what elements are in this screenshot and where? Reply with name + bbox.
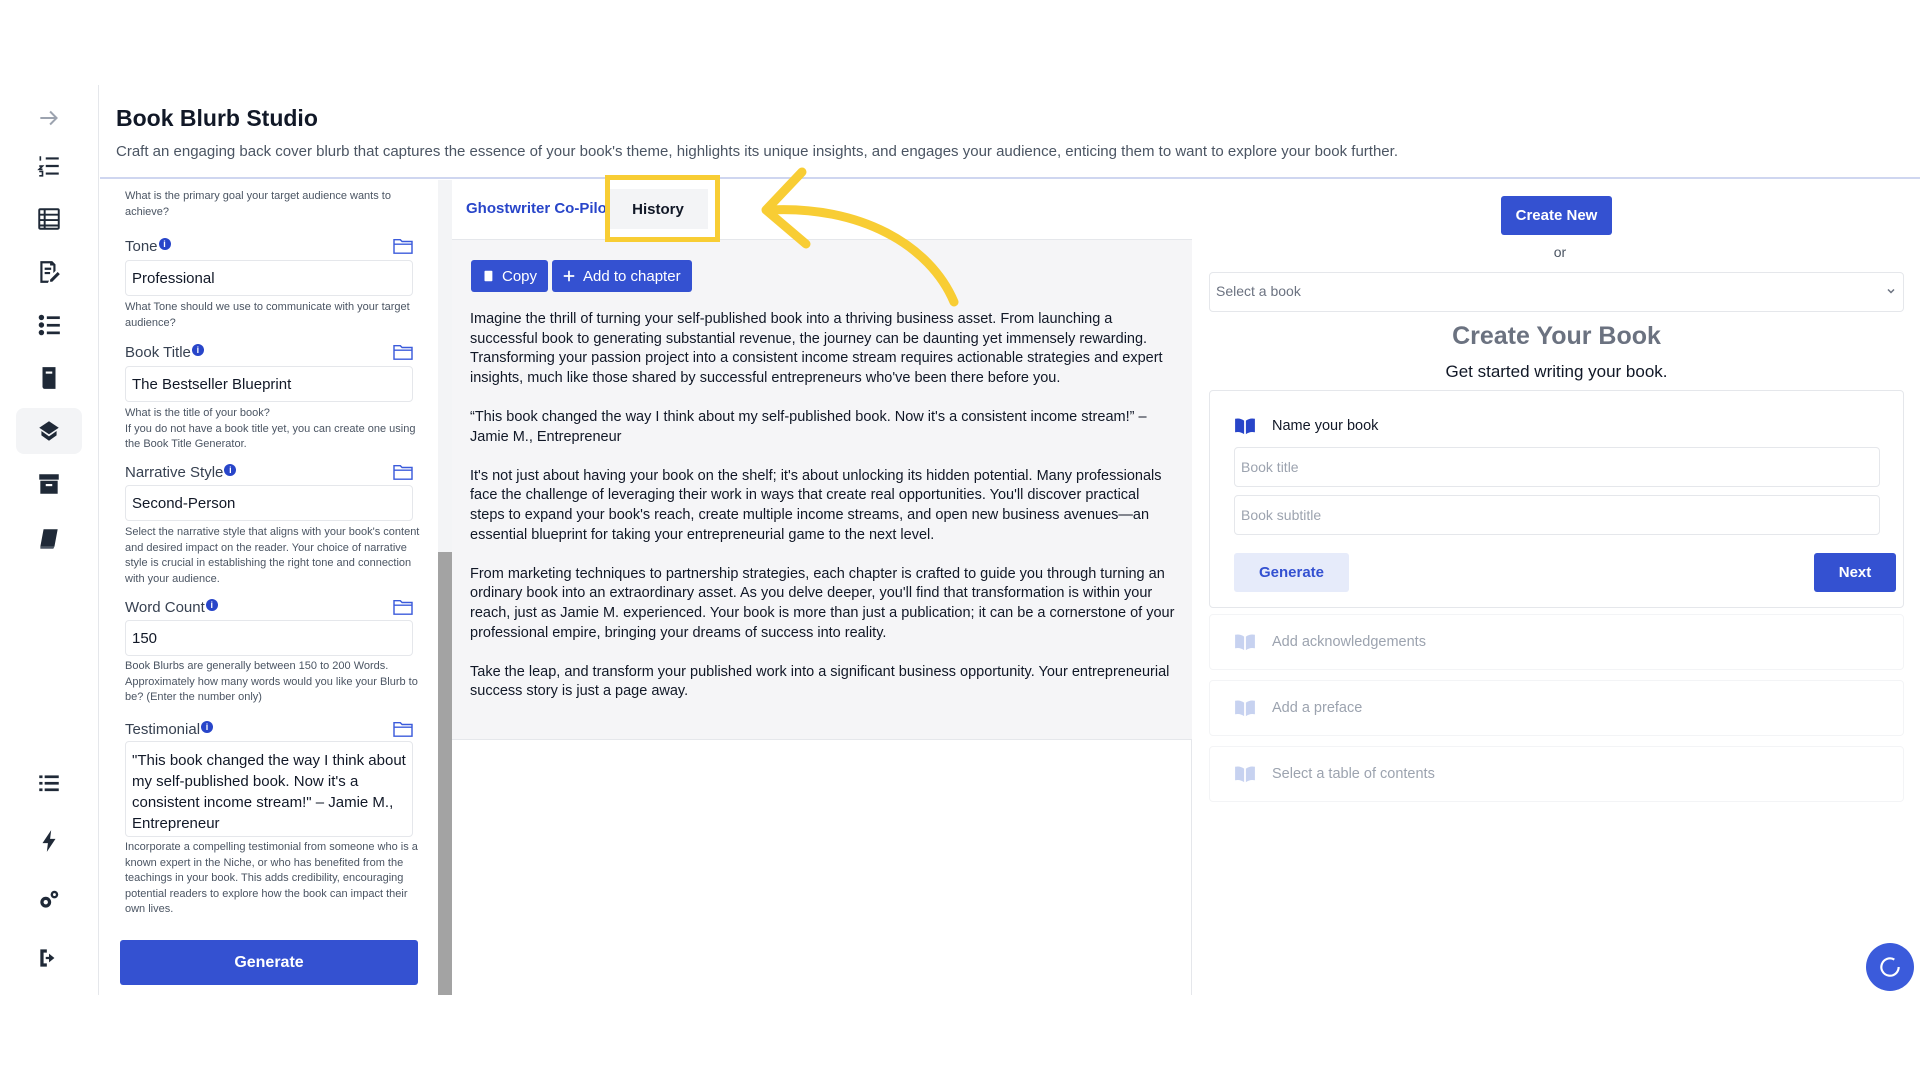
name-book-step-header: Name your book (1234, 417, 1378, 435)
create-book-title: Create Your Book (1452, 322, 1661, 350)
spinner-icon (1880, 957, 1900, 977)
book-open-icon (1235, 766, 1255, 783)
folder-icon[interactable] (392, 463, 414, 481)
book-open-icon (1235, 418, 1255, 435)
edit-document-icon[interactable] (16, 249, 82, 295)
info-icon[interactable]: i (201, 721, 214, 733)
copy-icon (484, 270, 493, 282)
create-new-button[interactable]: Create New (1501, 196, 1612, 235)
blurb-form: What is the primary goal your target aud… (100, 180, 438, 995)
narrative-style-help: Select the narrative style that aligns w… (125, 526, 420, 585)
tone-input[interactable]: Professional (125, 260, 413, 296)
bolt-icon[interactable] (16, 818, 82, 864)
book-title-field[interactable]: Book title (1234, 447, 1880, 487)
plus-icon (563, 270, 575, 282)
info-icon[interactable]: i (191, 344, 204, 356)
book-title-input[interactable]: The Bestseller Blueprint (125, 366, 413, 402)
gears-icon[interactable] (16, 877, 82, 923)
book-title-label: Book Title i (125, 344, 204, 361)
arrow-right-icon[interactable] (16, 95, 82, 141)
step-preface-label: Add a preface (1272, 700, 1363, 716)
create-book-subtitle: Get started writing your book. (1445, 362, 1668, 381)
info-icon[interactable]: i (205, 599, 218, 611)
book-tag-icon[interactable] (16, 408, 82, 454)
folder-icon[interactable] (392, 237, 414, 255)
select-book-value: Select a book (1216, 283, 1301, 299)
blurb-paragraph: Take the leap, and transform your publis… (470, 663, 1170, 700)
info-icon[interactable]: i (224, 464, 237, 476)
sidebar (0, 85, 99, 995)
word-count-label: Word Count i (125, 599, 218, 616)
header-divider (100, 177, 1920, 179)
generate-blurb-button[interactable]: Generate (120, 940, 418, 985)
narrative-style-label: Narrative Style i (125, 464, 237, 481)
copy-button[interactable]: Copy (471, 260, 549, 292)
select-book-dropdown[interactable]: Select a book (1209, 272, 1904, 312)
folder-icon[interactable] (392, 343, 414, 361)
book-subtitle-field[interactable]: Book subtitle (1234, 495, 1880, 535)
word-count-input[interactable]: 150 (125, 620, 413, 656)
info-icon[interactable]: i (158, 238, 171, 250)
word-count-help: Book Blurbs are generally between 150 to… (125, 660, 418, 703)
help-chat-button[interactable] (1866, 943, 1914, 991)
step-preface[interactable]: Add a preface (1209, 680, 1904, 736)
archive-icon[interactable] (16, 461, 82, 507)
folder-icon[interactable] (392, 598, 414, 616)
tone-help: What Tone should we use to communicate w… (125, 301, 410, 329)
step-acknowledgements-label: Add acknowledgements (1272, 634, 1426, 650)
app-window: Book Blurb Studio Craft an engaging back… (0, 0, 1920, 1080)
testimonial-textarea[interactable]: "This book changed the way I think about… (125, 741, 413, 837)
next-button[interactable]: Next (1814, 553, 1896, 592)
book-open-icon (1235, 700, 1255, 717)
testimonial-label: Testimonial i (125, 721, 214, 738)
blurb-text: Imagine the thrill of turning your self-… (470, 310, 1175, 721)
book-builder-panel: Create New or Select a book Create Your … (1193, 180, 1920, 995)
folder-icon[interactable] (392, 720, 414, 738)
add-to-chapter-button[interactable]: Add to chapter (552, 260, 692, 292)
form-scrollbar-thumb[interactable] (438, 552, 452, 995)
checklist-icon[interactable] (16, 302, 82, 348)
logout-icon[interactable] (16, 935, 82, 981)
step-table-of-contents-label: Select a table of contents (1272, 766, 1435, 782)
chevron-down-icon (1887, 288, 1895, 294)
testimonial-help: Incorporate a compelling testimonial fro… (125, 841, 418, 915)
book-open-icon (1235, 634, 1255, 651)
step-acknowledgements[interactable]: Add acknowledgements (1209, 614, 1904, 670)
book-icon[interactable] (16, 516, 82, 562)
name-book-step-label: Name your book (1272, 418, 1379, 434)
blurb-paragraph: Imagine the thrill of turning your self-… (470, 311, 1163, 386)
page-title: Book Blurb Studio (116, 105, 318, 131)
history-tab-highlight (605, 175, 720, 242)
blurb-paragraph: It's not just about having your book on … (470, 467, 1162, 543)
name-book-step: Name your book Book title Book subtitle … (1209, 390, 1904, 608)
copy-label: Copy (502, 267, 538, 285)
list-icon[interactable] (16, 760, 82, 806)
tab-ghostwriter-copilot[interactable]: Ghostwriter Co-Pilot (466, 200, 606, 217)
blurb-paragraph: “This book changed the way I think about… (470, 408, 1147, 445)
book-open-icon[interactable] (16, 355, 82, 401)
table-icon[interactable] (16, 196, 82, 242)
add-to-chapter-label: Add to chapter (583, 267, 681, 285)
generate-title-button[interactable]: Generate (1234, 553, 1349, 592)
goal-help: What is the primary goal your target aud… (125, 190, 391, 218)
or-divider-text: or (1553, 244, 1567, 260)
blurb-paragraph: From marketing techniques to partnership… (470, 565, 1175, 641)
narrative-style-input[interactable]: Second-Person (125, 485, 413, 521)
annotation-arrow-icon (761, 167, 959, 307)
numbered-list-icon[interactable] (16, 143, 82, 189)
step-table-of-contents[interactable]: Select a table of contents (1209, 746, 1904, 802)
book-title-help: What is the title of your book? If you d… (125, 407, 416, 450)
tone-label: Tone i (125, 238, 171, 255)
